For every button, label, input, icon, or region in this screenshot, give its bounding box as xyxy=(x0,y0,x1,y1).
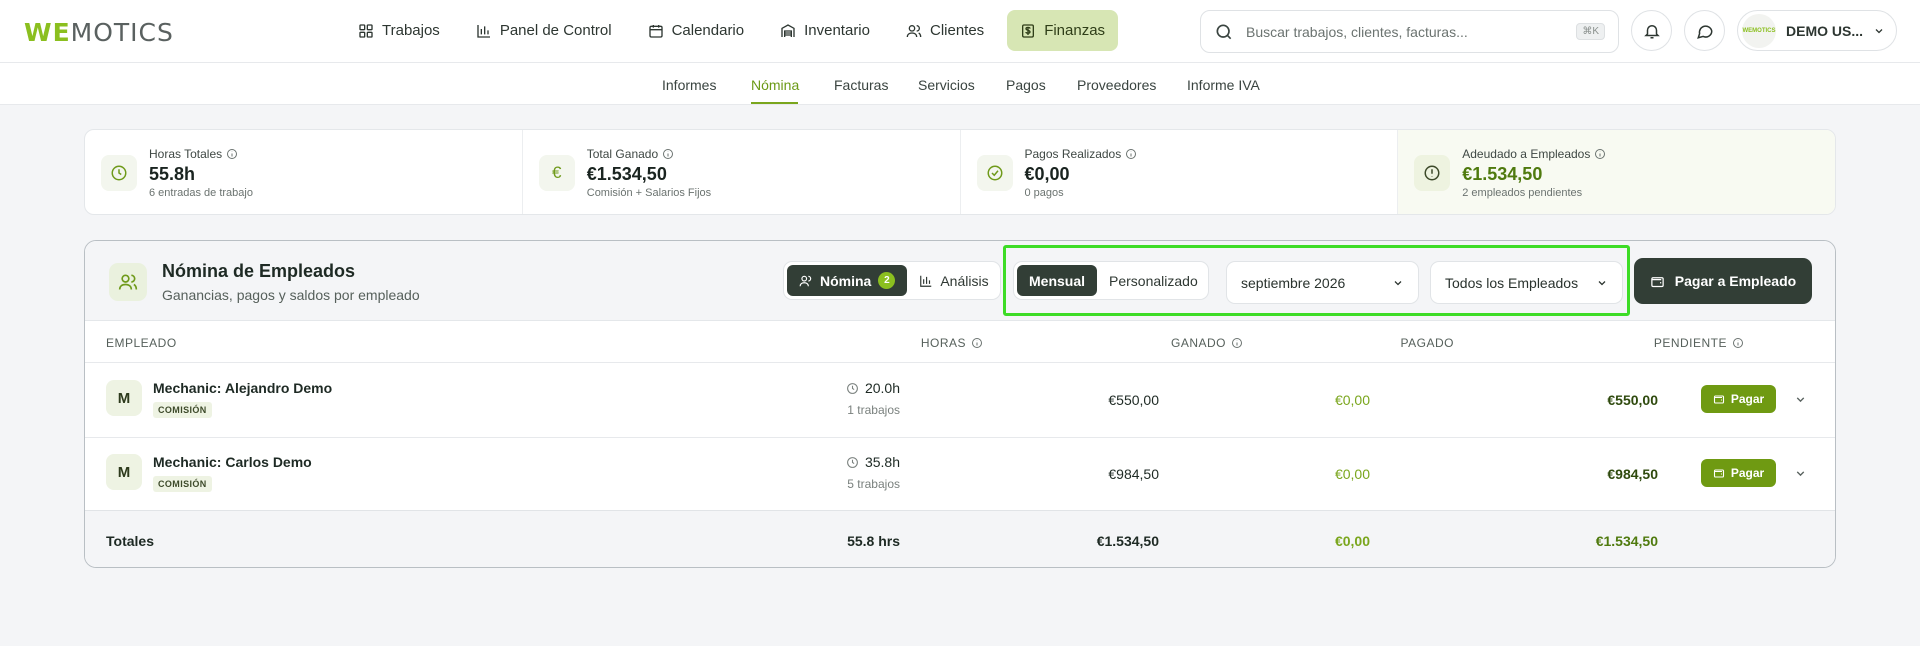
users-icon xyxy=(906,24,922,37)
tab-nomina[interactable]: Nómina 2 xyxy=(787,265,908,296)
user-name: DEMO US... xyxy=(1786,22,1864,39)
user-menu[interactable]: WEMOTICS DEMO US... xyxy=(1737,10,1897,51)
col-earned[interactable]: GANADO xyxy=(1025,336,1243,350)
bell-icon xyxy=(1643,24,1660,38)
message-circle-icon xyxy=(1696,24,1713,39)
nav-trabajos[interactable]: Trabajos xyxy=(345,10,453,51)
search-input[interactable]: Buscar trabajos, clientes, facturas... xyxy=(1246,24,1576,40)
pay-row-button[interactable]: Pagar xyxy=(1701,385,1776,413)
info-icon[interactable] xyxy=(226,148,238,160)
info-icon xyxy=(1733,338,1743,348)
month-select[interactable]: septiembre 2026 xyxy=(1226,261,1419,304)
notifications-button[interactable] xyxy=(1631,10,1672,51)
app-logo[interactable]: WEMOTICS xyxy=(24,18,174,47)
payroll-header: Nómina de Empleados Ganancias, pagos y s… xyxy=(85,241,1835,321)
subnav-proveedores[interactable]: Proveedores xyxy=(1077,77,1156,93)
chevron-down-icon xyxy=(1394,280,1402,285)
clock-icon xyxy=(847,456,858,468)
employee-name: Mechanic: Carlos Demo xyxy=(153,454,312,470)
grid-icon xyxy=(359,23,373,38)
chevron-down-icon[interactable] xyxy=(1794,467,1807,480)
alert-circle-icon xyxy=(1424,165,1440,181)
nav-calendario[interactable]: Calendario xyxy=(635,10,758,51)
count-badge: 2 xyxy=(878,272,896,289)
finance-subnav: Informes Nómina Facturas Servicios Pagos… xyxy=(0,63,1920,105)
top-bar: WEMOTICS Trabajos Panel de Control Calen… xyxy=(0,0,1920,63)
table-row[interactable]: M Mechanic: Carlos Demo COMISIÓN 35.8h 5… xyxy=(85,437,1835,511)
nav-finanzas[interactable]: Finanzas xyxy=(1007,10,1119,51)
info-icon xyxy=(972,338,982,348)
dollar-icon xyxy=(1022,23,1035,38)
bar-chart-icon xyxy=(477,24,490,38)
nav-inventario[interactable]: Inventario xyxy=(767,10,883,51)
wallet-icon xyxy=(1713,395,1724,404)
tab-analisis[interactable]: Análisis xyxy=(907,265,1000,296)
active-tab-underline xyxy=(751,102,798,104)
pay-type-badge: COMISIÓN xyxy=(153,476,212,492)
subnav-informes[interactable]: Informes xyxy=(662,77,716,93)
period-mensual[interactable]: Mensual xyxy=(1017,265,1098,296)
messages-button[interactable] xyxy=(1684,10,1725,51)
col-paid: PAGADO xyxy=(1400,336,1454,350)
table-row[interactable]: M Mechanic: Alejandro Demo COMISIÓN 20.0… xyxy=(85,363,1835,437)
search-icon xyxy=(1216,24,1232,39)
view-toggle: Nómina 2 Análisis xyxy=(783,261,1001,300)
avatar: WEMOTICS xyxy=(1742,13,1776,48)
info-icon[interactable] xyxy=(1594,148,1606,160)
payroll-card: Nómina de Empleados Ganancias, pagos y s… xyxy=(84,240,1836,568)
employee-name: Mechanic: Alejandro Demo xyxy=(153,380,333,396)
users-icon xyxy=(118,274,138,290)
stat-horas-totales: Horas Totales 55.8h 6 entradas de trabaj… xyxy=(85,130,523,214)
subnav-nomina[interactable]: Nómina xyxy=(751,77,799,93)
wallet-icon xyxy=(1651,276,1664,287)
clock-icon xyxy=(111,165,127,181)
shortcut-hint: ⌘K xyxy=(1576,23,1605,40)
stat-total-ganado: € Total Ganado €1.534,50 Comisión + Sala… xyxy=(523,130,961,214)
euro-icon: € xyxy=(538,155,575,191)
chevron-down-icon xyxy=(1875,28,1883,33)
col-hours[interactable]: HORAS xyxy=(805,336,983,350)
period-toggle: Mensual Personalizado xyxy=(1013,261,1209,300)
pay-employee-button[interactable]: Pagar a Empleado xyxy=(1634,258,1812,304)
stat-adeudado: Adeudado a Empleados €1.534,50 2 emplead… xyxy=(1398,130,1835,214)
avatar: M xyxy=(106,380,142,416)
employee-filter-select[interactable]: Todos los Empleados xyxy=(1430,261,1623,304)
wallet-icon xyxy=(1713,469,1724,478)
stats-summary: Horas Totales 55.8h 6 entradas de trabaj… xyxy=(84,129,1836,215)
subnav-facturas[interactable]: Facturas xyxy=(834,77,888,93)
clock-icon xyxy=(847,382,858,394)
col-pending[interactable]: PENDIENTE xyxy=(1485,336,1744,350)
info-icon[interactable] xyxy=(1125,148,1137,160)
chevron-down-icon[interactable] xyxy=(1794,393,1807,406)
users-icon xyxy=(799,275,812,286)
info-icon[interactable] xyxy=(662,148,674,160)
stat-pagos-realizados: Pagos Realizados €0,00 0 pagos xyxy=(961,130,1399,214)
subnav-servicios[interactable]: Servicios xyxy=(918,77,975,93)
search-bar[interactable]: Buscar trabajos, clientes, facturas... ⌘… xyxy=(1200,10,1619,53)
avatar: M xyxy=(106,454,142,490)
nav-panel-de-control[interactable]: Panel de Control xyxy=(463,10,625,51)
calendar-icon xyxy=(648,24,663,38)
chevron-down-icon xyxy=(1598,280,1606,285)
payroll-subtitle: Ganancias, pagos y saldos por empleado xyxy=(162,287,420,303)
subnav-informe-iva[interactable]: Informe IVA xyxy=(1187,77,1260,93)
warehouse-icon xyxy=(781,23,795,37)
bar-chart-icon xyxy=(920,275,932,287)
main-nav: Trabajos Panel de Control Calendario Inv… xyxy=(345,10,1128,51)
col-employee: EMPLEADO xyxy=(106,336,177,350)
payroll-title: Nómina de Empleados xyxy=(162,261,356,281)
totals-row: Totales 55.8 hrs €1.534,50 €0,00 €1.534,… xyxy=(85,510,1835,567)
subnav-pagos[interactable]: Pagos xyxy=(1006,77,1046,93)
period-personalizado[interactable]: Personalizado xyxy=(1097,265,1210,296)
check-circle-icon xyxy=(987,165,1002,181)
pay-type-badge: COMISIÓN xyxy=(153,402,212,418)
nav-clientes[interactable]: Clientes xyxy=(893,10,997,51)
pay-row-button[interactable]: Pagar xyxy=(1701,459,1776,487)
